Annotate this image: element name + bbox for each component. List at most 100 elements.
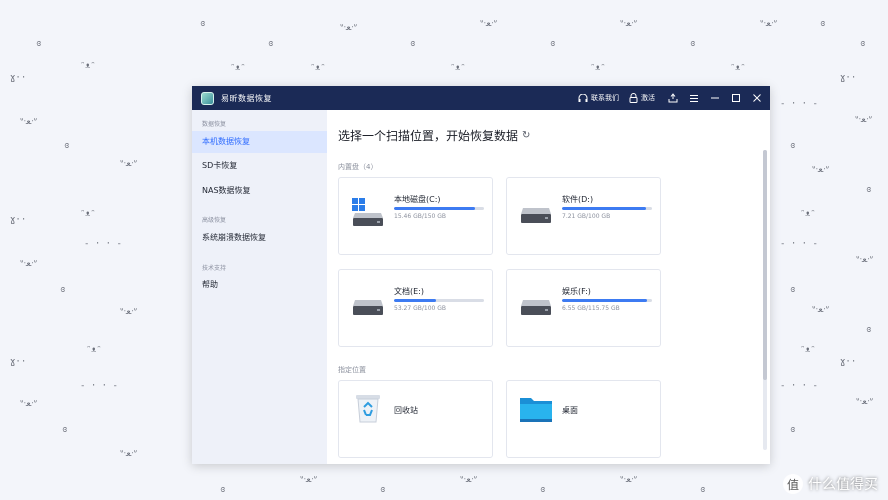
contact-us-button[interactable]: 联系我们: [578, 93, 619, 103]
disk-usage-bar: [562, 207, 652, 210]
doodle-icon: ɞ: [690, 39, 696, 49]
location-card-recycle-bin[interactable]: 回收站: [338, 380, 493, 458]
app-title: 易昕数据恢复: [221, 93, 272, 103]
doodle-icon: ᐡᐧﻌᐧᐡ: [20, 259, 38, 269]
disk-name: 软件(D:): [562, 195, 594, 204]
doodle-icon: ɞ: [866, 325, 872, 335]
disk-size: 53.27 GB/100 GB: [394, 305, 446, 312]
watermark-text: 什么值得买: [808, 477, 878, 493]
doodle-icon: ᵔᴥᵔ: [230, 63, 246, 73]
disk-usage-bar: [394, 299, 484, 302]
maximize-button[interactable]: [728, 90, 744, 106]
doodle-icon: ɞ: [700, 485, 706, 495]
disk-usage-bar: [562, 299, 652, 302]
doodle-icon: ᐡᐧﻌᐧᐡ: [120, 449, 138, 459]
doodle-icon: - · · -: [780, 381, 818, 391]
disk-card-e[interactable]: 文档(E:) 53.27 GB/100 GB: [338, 269, 493, 347]
doodle-icon: - · · -: [780, 99, 818, 109]
app-window: 易昕数据恢复 联系我们 激活 数据恢复 本机数据恢复 SD卡恢复 NAS数据恢复…: [192, 86, 770, 464]
doodle-icon: ᐡᐧﻌᐧᐡ: [20, 117, 38, 127]
doodle-icon: ɞ: [220, 485, 226, 495]
disk-name: 本地磁盘(C:): [394, 195, 441, 204]
sidebar-item-nas[interactable]: NAS数据恢复: [192, 180, 327, 202]
hard-drive-icon: [521, 300, 551, 315]
doodle-icon: ɞ: [64, 141, 70, 151]
disk-name: 娱乐(F:): [562, 287, 591, 296]
sidebar-item-sd-card[interactable]: SD卡恢复: [192, 155, 327, 177]
disk-size: 6.55 GB/115.75 GB: [562, 305, 620, 312]
doodle-icon: ɣ··: [10, 215, 27, 225]
recycle-bin-icon: [356, 395, 380, 423]
sidebar-group-label: 数据恢复: [202, 121, 227, 128]
disk-card-c[interactable]: 本地磁盘(C:) 15.46 GB/150 GB: [338, 177, 493, 255]
doodle-icon: - · · -: [84, 239, 122, 249]
windows-drive-icon: [352, 198, 383, 226]
headset-icon: [578, 93, 588, 102]
doodle-icon: ɞ: [550, 39, 556, 49]
sidebar-item-help[interactable]: 帮助: [192, 274, 327, 296]
disk-usage-fill: [394, 207, 475, 210]
export-icon: [668, 93, 678, 103]
doodle-icon: ᵔᴥᵔ: [800, 345, 816, 355]
watermark: 值 什么值得买: [783, 474, 878, 494]
disk-usage-fill: [394, 299, 437, 302]
maximize-icon: [732, 94, 740, 102]
disk-name: 文档(E:): [394, 287, 424, 296]
close-button[interactable]: [749, 90, 765, 106]
upload-button[interactable]: [665, 90, 681, 106]
doodle-icon: ᐡᐧﻌᐧᐡ: [620, 475, 638, 485]
doodle-icon: ɞ: [860, 39, 866, 49]
doodle-icon: ɞ: [60, 285, 66, 295]
doodle-icon: - · · -: [780, 239, 818, 249]
sidebar-item-local-recovery[interactable]: 本机数据恢复: [192, 131, 327, 153]
scrollbar-thumb[interactable]: [763, 150, 767, 380]
sidebar: 数据恢复 本机数据恢复 SD卡恢复 NAS数据恢复 高级恢复 系统崩溃数据恢复 …: [192, 110, 327, 464]
minimize-icon: [711, 97, 719, 99]
watermark-badge-icon: 值: [783, 474, 803, 494]
doodle-icon: ᐡᐧﻌᐧᐡ: [480, 19, 498, 29]
sidebar-item-system-crash[interactable]: 系统崩溃数据恢复: [192, 227, 327, 249]
location-name: 桌面: [562, 406, 578, 415]
location-name: 回收站: [394, 406, 418, 415]
locations-section-label: 指定位置: [338, 366, 366, 374]
desktop-folder-icon: [520, 398, 552, 422]
doodle-icon: ᐡᐧﻌᐧᐡ: [340, 23, 358, 33]
minimize-button[interactable]: [707, 90, 723, 106]
menu-button[interactable]: [686, 90, 702, 106]
location-card-desktop[interactable]: 桌面: [506, 380, 661, 458]
doodle-icon: ɞ: [36, 39, 42, 49]
doodle-icon: ɣ··: [840, 357, 857, 367]
doodle-icon: ɣ··: [840, 73, 857, 83]
doodle-icon: ᵔᴥᵔ: [590, 63, 606, 73]
doodle-icon: ɣ··: [10, 357, 27, 367]
refresh-icon[interactable]: ↻: [522, 130, 530, 141]
main-panel: 选择一个扫描位置，开始恢复数据 ↻ 内置盘（4） 本地磁盘(C:) 15.46 …: [327, 110, 770, 464]
doodle-icon: ᐡᐧﻌᐧᐡ: [856, 397, 874, 407]
doodle-icon: ᐡᐧﻌᐧᐡ: [460, 475, 478, 485]
scrollbar[interactable]: [763, 150, 767, 450]
doodle-icon: ɞ: [200, 19, 206, 29]
doodle-icon: ᐡᐧﻌᐧᐡ: [300, 475, 318, 485]
activate-button[interactable]: 激活: [629, 93, 655, 103]
doodle-icon: ᵔᴥᵔ: [730, 63, 746, 73]
sidebar-group-label: 高级恢复: [202, 217, 227, 224]
doodle-icon: ᵔᴥᵔ: [310, 63, 326, 73]
disk-size: 15.46 GB/150 GB: [394, 213, 446, 220]
doodle-icon: ɞ: [790, 141, 796, 151]
page-title-text: 选择一个扫描位置，开始恢复数据: [338, 129, 519, 143]
hard-drive-icon: [353, 300, 383, 315]
doodle-icon: ɞ: [866, 185, 872, 195]
doodle-icon: ɞ: [790, 285, 796, 295]
doodle-icon: ᐡᐧﻌᐧᐡ: [856, 255, 874, 265]
doodle-icon: ᵔᴥᵔ: [80, 209, 96, 219]
disk-usage-fill: [562, 207, 646, 210]
doodle-icon: ᵔᴥᵔ: [800, 209, 816, 219]
disk-card-f[interactable]: 娱乐(F:) 6.55 GB/115.75 GB: [506, 269, 661, 347]
activate-label: 激活: [641, 94, 655, 102]
disk-size: 7.21 GB/100 GB: [562, 213, 611, 220]
app-logo-icon: [201, 91, 214, 105]
disks-section-label: 内置盘（4）: [338, 163, 378, 171]
disk-card-d[interactable]: 软件(D:) 7.21 GB/100 GB: [506, 177, 661, 255]
title-bar[interactable]: 易昕数据恢复 联系我们 激活: [192, 86, 770, 110]
doodle-icon: ɞ: [62, 425, 68, 435]
